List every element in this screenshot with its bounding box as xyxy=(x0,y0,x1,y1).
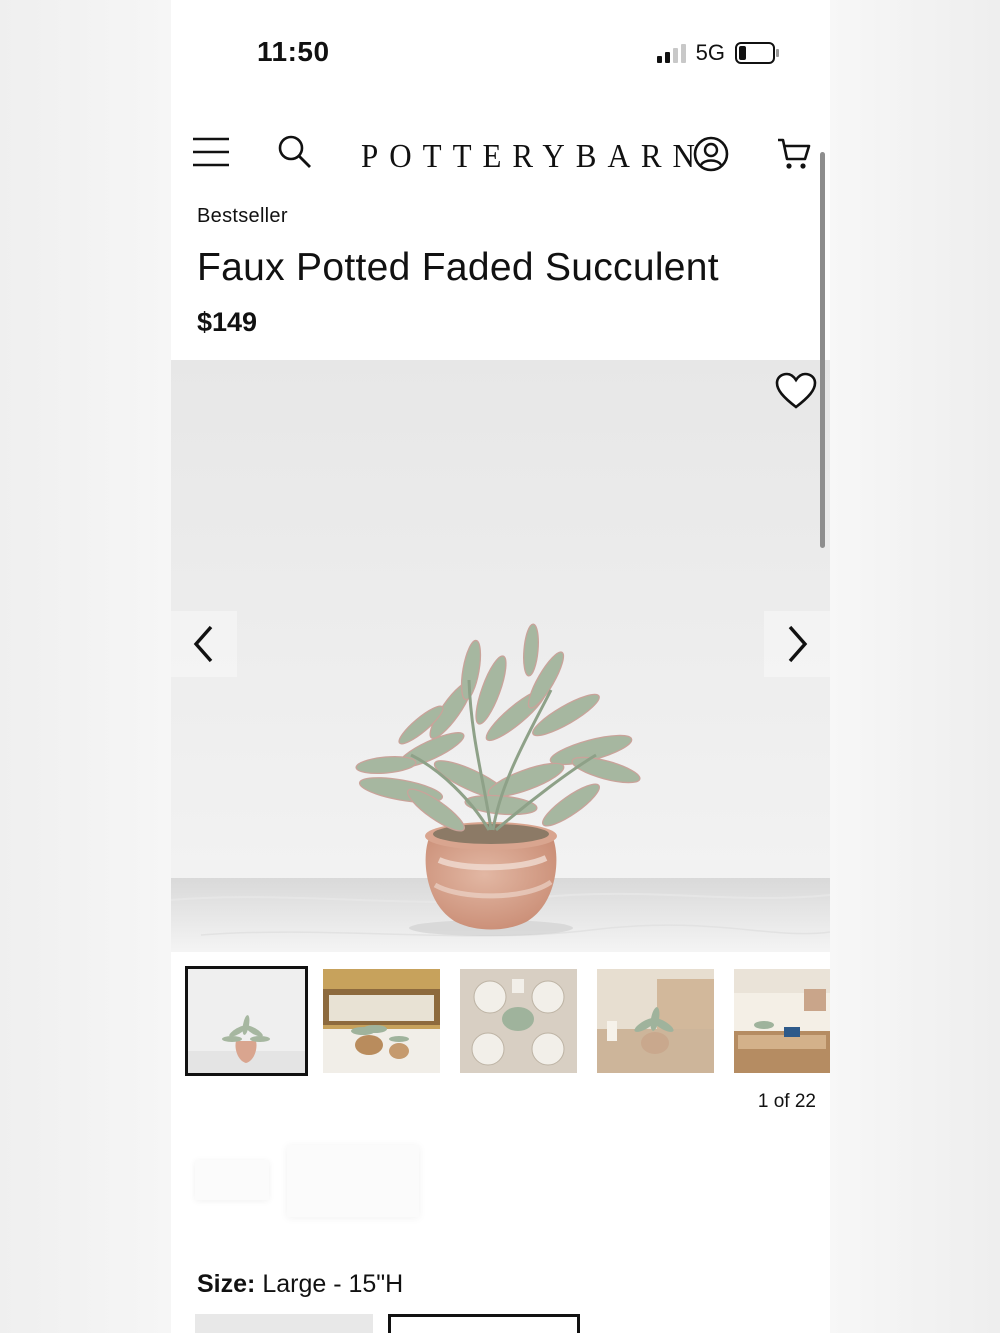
next-image-button[interactable] xyxy=(764,611,830,677)
product-image[interactable] xyxy=(171,360,830,952)
thumbnail-4[interactable] xyxy=(597,969,714,1073)
thumbnail-2[interactable] xyxy=(323,969,440,1073)
account-icon[interactable] xyxy=(692,135,730,173)
previous-image-button[interactable] xyxy=(171,611,237,677)
size-selector-label: Size: Large - 15"H xyxy=(197,1270,403,1299)
product-price: $149 xyxy=(197,307,258,337)
swatch-placeholder[interactable] xyxy=(195,1160,269,1200)
swatch-placeholder-large[interactable] xyxy=(287,1145,419,1217)
chevron-left-icon xyxy=(193,625,213,663)
image-counter: 1 of 22 xyxy=(757,1091,816,1112)
menu-icon[interactable] xyxy=(191,134,231,170)
size-option-1[interactable] xyxy=(195,1314,373,1333)
search-icon[interactable] xyxy=(275,132,315,172)
background-right xyxy=(830,0,1000,1333)
favorite-heart-icon[interactable] xyxy=(775,372,817,415)
status-time: 11:50 xyxy=(257,36,330,67)
network-label: 5G xyxy=(695,40,725,65)
page-scrollbar[interactable] xyxy=(820,152,825,548)
cart-icon[interactable] xyxy=(775,136,813,172)
site-logo[interactable]: POTTERYBARN xyxy=(361,136,706,176)
signal-icon xyxy=(656,43,686,63)
thumbnail-5[interactable] xyxy=(734,969,830,1073)
size-label: Size: xyxy=(197,1270,256,1298)
thumbnail-strip xyxy=(185,966,830,1078)
bestseller-badge: Bestseller xyxy=(197,205,288,227)
thumbnail-1[interactable] xyxy=(185,966,308,1076)
status-indicators: 5G xyxy=(656,40,779,66)
size-value: Large - 15"H xyxy=(262,1270,404,1298)
thumbnail-3[interactable] xyxy=(460,969,577,1073)
chevron-right-icon xyxy=(788,625,808,663)
product-title: Faux Potted Faded Succulent xyxy=(197,246,719,289)
site-header: POTTERYBARN xyxy=(171,120,830,190)
phone-screen: 11:50 5G POTTERYBARN Bestseller Faux Pot… xyxy=(171,0,830,1333)
background-left xyxy=(0,0,171,1333)
battery-icon xyxy=(735,42,779,64)
size-option-2-selected[interactable] xyxy=(388,1314,580,1333)
succulent-photo xyxy=(171,360,830,952)
